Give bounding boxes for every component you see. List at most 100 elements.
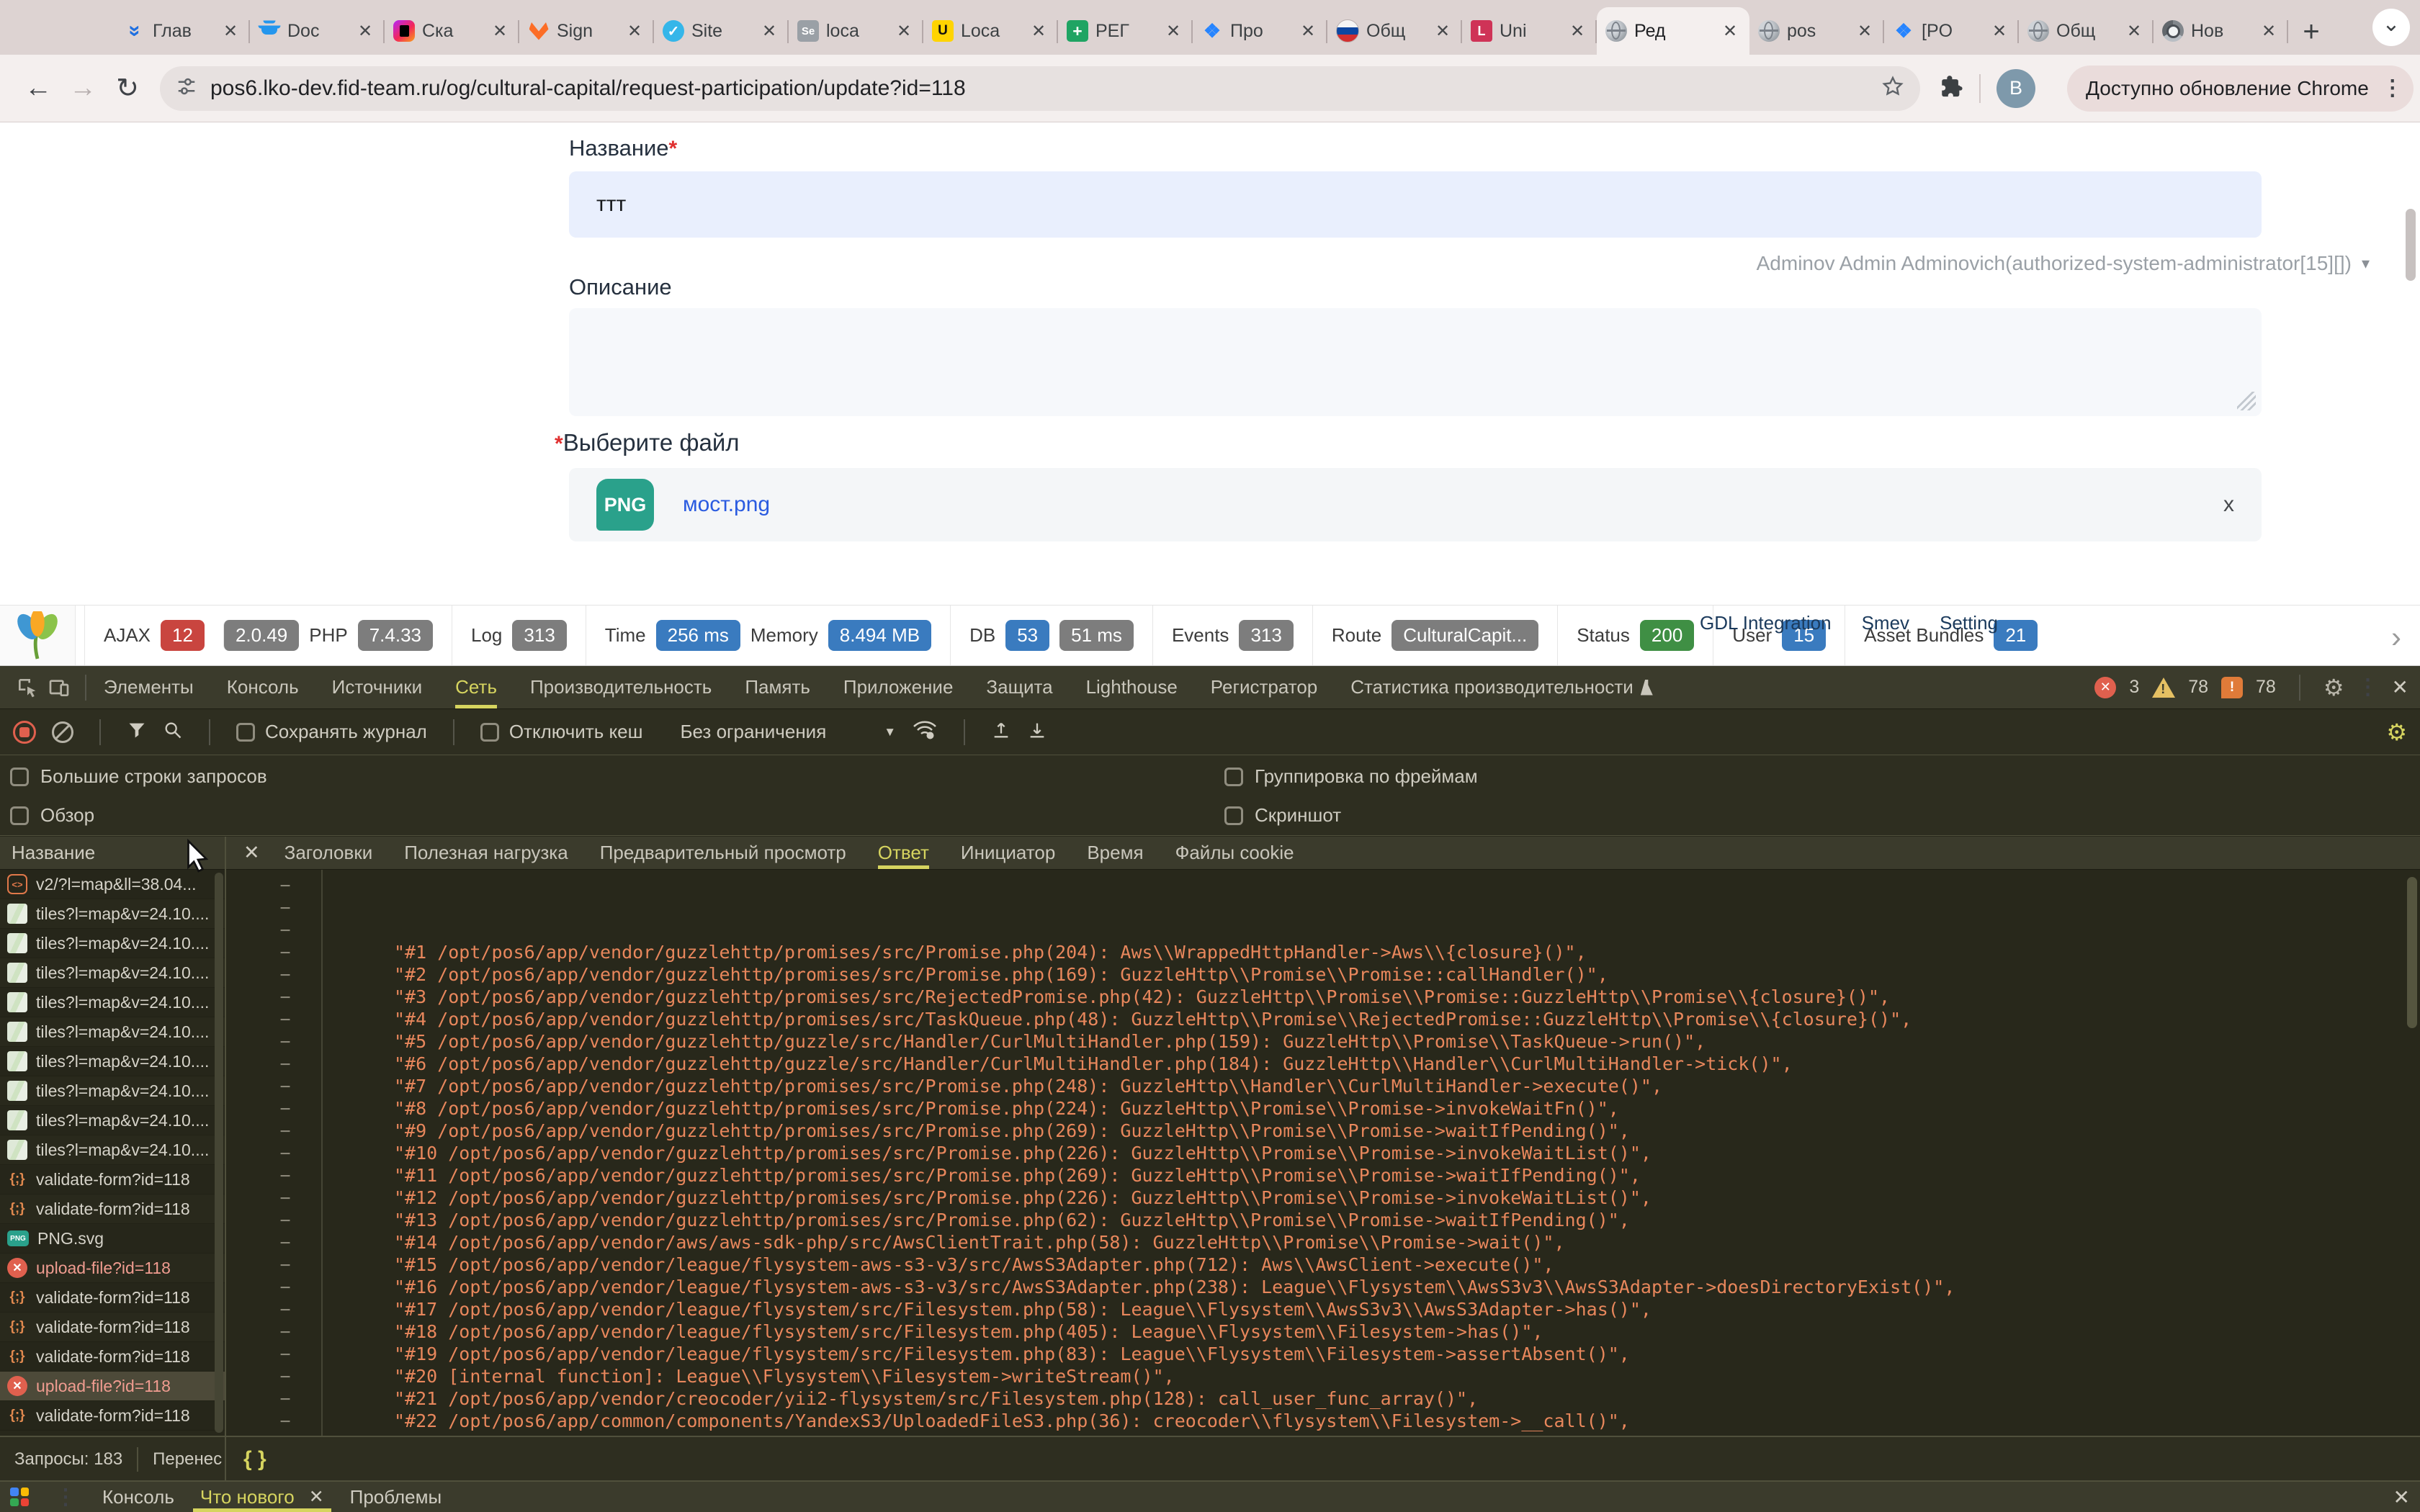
tab-close-icon[interactable] xyxy=(624,20,645,42)
back-icon[interactable]: ← xyxy=(16,66,60,111)
drawer-close-icon[interactable] xyxy=(2393,1485,2410,1509)
name-column-header[interactable]: Название xyxy=(12,842,95,864)
debug-panel-item[interactable]: Log xyxy=(452,606,502,665)
drawer-tab-problems[interactable]: Проблемы xyxy=(350,1486,442,1508)
screenshot-checkbox[interactable] xyxy=(1224,806,1243,825)
fold-marker-icon[interactable] xyxy=(264,1254,307,1276)
debug-panel-item[interactable]: 12 xyxy=(161,620,205,651)
devtools-settings-gear-icon[interactable] xyxy=(2323,674,2344,701)
debug-panel-item[interactable]: Events xyxy=(1152,606,1229,665)
fold-marker-icon[interactable] xyxy=(264,1030,307,1053)
debug-panel-item[interactable]: 256 ms xyxy=(656,620,740,651)
site-settings-icon[interactable] xyxy=(176,76,197,101)
yii-logo-icon[interactable] xyxy=(0,606,76,665)
extensions-icon[interactable] xyxy=(1939,74,1963,102)
drawer-tab-console[interactable]: Консоль xyxy=(102,1486,174,1508)
debug-panel-item[interactable]: Memory xyxy=(750,606,818,665)
tab-close-icon[interactable] xyxy=(1567,20,1588,42)
error-icon[interactable] xyxy=(2094,677,2116,698)
fold-marker-icon[interactable] xyxy=(264,1008,307,1030)
tab-close-icon[interactable] xyxy=(893,20,915,42)
debug-panel-item[interactable]: 313 xyxy=(512,620,566,651)
devtools-tab[interactable]: Производительность xyxy=(530,666,712,708)
fold-marker-icon[interactable] xyxy=(264,1097,307,1120)
avatar[interactable]: B xyxy=(1996,69,2035,108)
browser-tab[interactable]: Sign xyxy=(519,7,654,55)
tab-search-chevron-icon[interactable] xyxy=(2372,9,2410,46)
record-network-log-icon[interactable] xyxy=(13,721,36,744)
debug-panel-item[interactable]: 8.494 MB xyxy=(828,620,931,651)
forward-icon[interactable]: → xyxy=(60,66,105,111)
request-row[interactable]: tiles?l=map&v=24.10.... xyxy=(0,1106,225,1135)
page-scrollbar[interactable] xyxy=(2406,209,2416,281)
debug-panel-item[interactable]: 7.4.33 xyxy=(358,620,433,651)
fold-marker-icon[interactable] xyxy=(264,1298,307,1320)
fold-marker-icon[interactable] xyxy=(264,1187,307,1209)
tab-close-icon[interactable] xyxy=(1989,20,2010,42)
drawer-tab-close-icon[interactable] xyxy=(309,1486,324,1508)
devtools-tab[interactable]: Защита xyxy=(986,666,1052,708)
request-row[interactable]: PNG.svg xyxy=(0,1224,225,1254)
tab-close-icon[interactable] xyxy=(2123,20,2145,42)
fold-marker-icon[interactable] xyxy=(264,1320,307,1343)
debug-panel-item[interactable]: 51 ms xyxy=(1059,620,1134,651)
browser-tab[interactable]: Общ xyxy=(1327,7,1462,55)
disable-cache-checkbox[interactable] xyxy=(480,723,499,742)
tab-close-icon[interactable] xyxy=(1162,20,1184,42)
fold-marker-icon[interactable] xyxy=(264,874,307,896)
fold-marker-icon[interactable] xyxy=(264,963,307,986)
debug-panel-item[interactable]: 53 xyxy=(1005,620,1049,651)
clear-network-log-icon[interactable] xyxy=(52,721,73,743)
fold-marker-icon[interactable] xyxy=(264,1120,307,1142)
devtools-tab[interactable]: Регистратор xyxy=(1211,666,1317,708)
description-textarea[interactable] xyxy=(569,308,2262,416)
browser-tab[interactable]: Doc xyxy=(250,7,385,55)
chrome-update-button[interactable]: Доступно обновление Chrome xyxy=(2067,66,2414,112)
browser-tab[interactable]: loca xyxy=(789,7,923,55)
request-row[interactable]: tiles?l=map&v=24.10.... xyxy=(0,958,225,988)
request-row[interactable]: tiles?l=map&v=24.10.... xyxy=(0,899,225,929)
browser-tab[interactable]: Site xyxy=(654,7,789,55)
tab-close-icon[interactable] xyxy=(354,20,376,42)
browser-tab[interactable]: Общ xyxy=(2019,7,2154,55)
fold-marker-icon[interactable] xyxy=(264,1410,307,1432)
devtools-tab[interactable]: Сеть xyxy=(455,666,497,708)
group-by-frame-checkbox[interactable] xyxy=(1224,768,1243,786)
request-row[interactable]: tiles?l=map&v=24.10.... xyxy=(0,1017,225,1047)
browser-tab[interactable]: pos xyxy=(1749,7,1884,55)
overview-checkbox[interactable] xyxy=(10,806,29,825)
debug-link[interactable]: Setting xyxy=(1940,612,1998,634)
fold-marker-icon[interactable] xyxy=(264,1142,307,1164)
new-tab-button[interactable]: + xyxy=(2288,9,2334,55)
network-conditions-icon[interactable] xyxy=(912,719,938,744)
tab-close-icon[interactable] xyxy=(2258,20,2280,42)
file-remove-button[interactable]: x xyxy=(2223,492,2234,517)
detail-close-icon[interactable] xyxy=(243,842,260,864)
devtools-tab[interactable]: Lighthouse xyxy=(1086,666,1178,708)
search-icon[interactable] xyxy=(163,720,183,744)
request-row[interactable]: upload-file?id=118 xyxy=(0,1372,225,1401)
tab-close-icon[interactable] xyxy=(1297,20,1319,42)
request-row[interactable]: tiles?l=map&v=24.10.... xyxy=(0,929,225,958)
throttling-select[interactable]: Без ограничения ▼ xyxy=(680,721,896,743)
fold-marker-icon[interactable] xyxy=(264,1053,307,1075)
tab-close-icon[interactable] xyxy=(1719,20,1741,42)
fold-marker-icon[interactable] xyxy=(264,1276,307,1298)
tab-close-icon[interactable] xyxy=(1028,20,1049,42)
request-row[interactable]: validate-form?id=118 xyxy=(0,1342,225,1372)
drawer-tab-whats-new[interactable]: Что нового xyxy=(200,1482,324,1512)
browser-tab[interactable]: [PO xyxy=(1884,7,2019,55)
preserve-log-checkbox[interactable] xyxy=(236,723,255,742)
browser-tab[interactable]: Loca xyxy=(923,7,1058,55)
request-row[interactable]: validate-form?id=118 xyxy=(0,1165,225,1194)
request-row[interactable]: tiles?l=map&v=24.10.... xyxy=(0,988,225,1017)
inspect-element-icon[interactable] xyxy=(12,672,43,703)
filter-icon[interactable] xyxy=(127,720,147,744)
fold-marker-icon[interactable] xyxy=(264,941,307,963)
import-har-icon[interactable] xyxy=(991,720,1011,744)
export-har-icon[interactable] xyxy=(1027,720,1047,744)
detail-tab[interactable]: Время xyxy=(1087,837,1143,869)
debug-panel-item[interactable]: 313 xyxy=(1239,620,1293,651)
fold-marker-icon[interactable] xyxy=(264,1343,307,1365)
warning-icon[interactable] xyxy=(2152,678,2175,698)
